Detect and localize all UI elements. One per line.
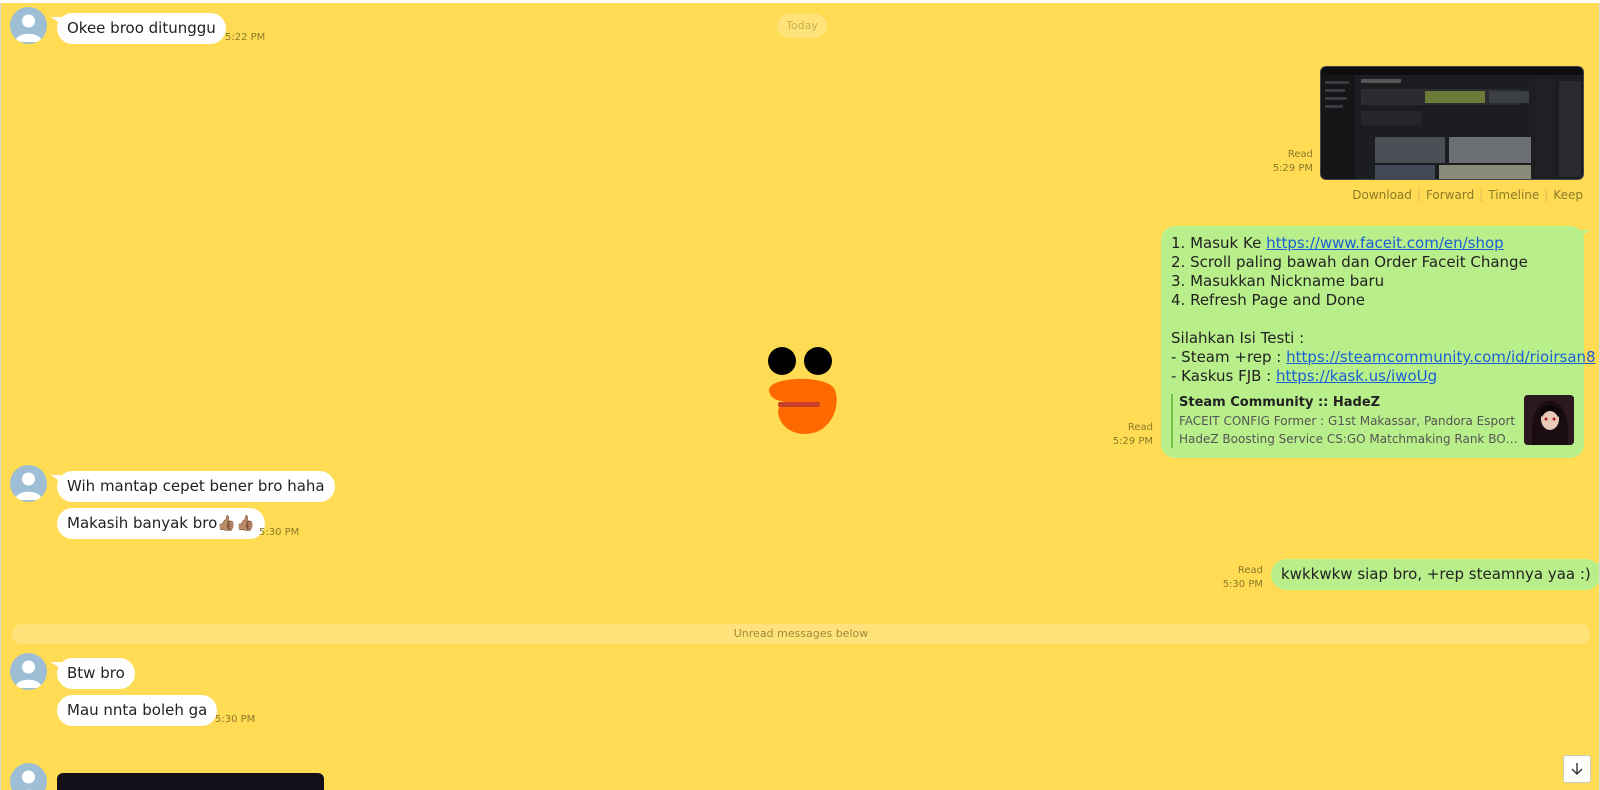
profile-picture-icon [1524, 395, 1574, 445]
message-line: 1. Masuk Ke https://www.faceit.com/en/sh… [1171, 234, 1504, 252]
message-bubble-incoming[interactable]: Btw bro [51, 658, 135, 689]
message-time: 5:30 PM [1222, 579, 1263, 590]
message-bubble-incoming[interactable]: Okee broo ditunggu [51, 13, 226, 44]
message-line: Silahkan Isi Testi : [1171, 329, 1305, 347]
link-preview-description: HadeZ Boosting Service CS:GO Matchmaking… [1179, 432, 1519, 446]
forward-link[interactable]: Forward [1426, 188, 1474, 202]
steam-profile-link[interactable]: https://steamcommunity.com/id/rioirsan8 [1286, 348, 1595, 366]
date-divider: Today [777, 14, 827, 38]
avatar[interactable] [10, 763, 47, 790]
message-bubble-incoming[interactable]: Makasih banyak bro👍🏽👍🏽 [57, 508, 265, 539]
read-status: Read [1237, 565, 1263, 576]
duck-mascot-icon [768, 347, 837, 434]
message-line: 4. Refresh Page and Done [1171, 291, 1366, 309]
person-icon [15, 14, 42, 42]
message-line: - Steam +rep : https://steamcommunity.co… [1171, 348, 1596, 366]
message-time: 5:29 PM [1112, 436, 1153, 447]
image-message[interactable] [57, 773, 324, 790]
link-preview-description: FACEIT CONFIG Former : G1st Makassar, Pa… [1179, 414, 1516, 428]
keep-link[interactable]: Keep [1553, 188, 1583, 202]
avatar[interactable] [10, 7, 47, 44]
link-preview-thumbnail [1524, 395, 1574, 445]
message-bubble-outgoing[interactable]: 1. Masuk Ke https://www.faceit.com/en/sh… [1161, 226, 1596, 458]
person-icon [15, 472, 42, 500]
image-actions: Download | Forward | Timeline | Keep [1352, 188, 1583, 202]
link-preview-title: Steam Community :: HadeZ [1179, 395, 1381, 410]
timeline-link[interactable]: Timeline [1488, 188, 1539, 202]
kaskus-link[interactable]: https://kask.us/iwoUg [1276, 367, 1437, 385]
message-bubble-incoming[interactable]: Mau nnta boleh ga [57, 695, 218, 726]
chat-room[interactable]: Today Okee broo ditunggu 5:22 PM Read 5:… [0, 3, 1600, 790]
message-time: 5:22 PM [225, 32, 266, 43]
avatar[interactable] [10, 465, 47, 502]
message-line: 2. Scroll paling bawah dan Order Faceit … [1171, 253, 1528, 271]
message-line-blank [1171, 310, 1574, 329]
message-bubble-outgoing[interactable]: kwkkwkw siap bro, +rep steamnya yaa :) [1271, 559, 1599, 590]
message-bubble-incoming[interactable]: Wih mantap cepet bener bro haha [51, 471, 335, 502]
message-line: - Kaskus FJB : https://kask.us/iwoUg [1171, 367, 1438, 385]
person-icon [22, 770, 35, 790]
faceit-shop-link[interactable]: https://www.faceit.com/en/shop [1266, 234, 1504, 252]
message-time: 5:29 PM [1272, 163, 1313, 174]
message-line: 3. Masukkan Nickname baru [1171, 272, 1385, 290]
image-message[interactable] [1320, 66, 1584, 180]
unread-divider: Unread messages below [12, 624, 1590, 644]
avatar[interactable] [10, 653, 47, 690]
read-status: Read [1127, 422, 1153, 433]
scroll-to-bottom-button[interactable] [1563, 755, 1591, 783]
screenshot-thumbnail [1321, 67, 1583, 179]
arrow-down-icon [1571, 763, 1583, 775]
read-status: Read [1287, 149, 1313, 160]
message-time: 5:30 PM [215, 714, 256, 725]
download-link[interactable]: Download [1352, 188, 1412, 202]
message-time: 5:30 PM [259, 527, 300, 538]
link-preview[interactable]: Steam Community :: HadeZ FACEIT CONFIG F… [1171, 394, 1574, 448]
person-icon [15, 660, 42, 688]
